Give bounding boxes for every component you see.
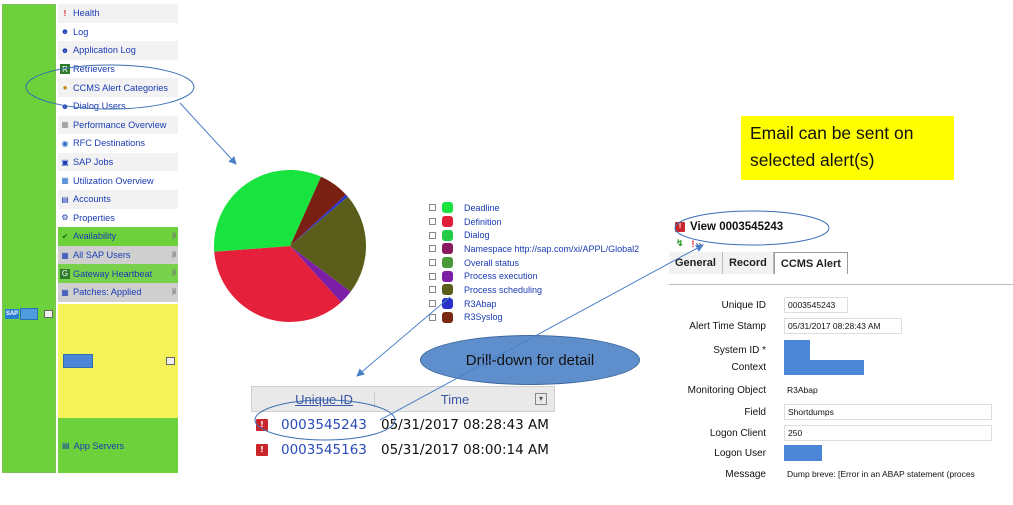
highlight-ellipse-unique-id [254, 399, 396, 441]
arrow-to-detail [379, 244, 704, 421]
arrow-to-grid [356, 296, 451, 377]
annotation-overlay [25, 64, 830, 441]
highlight-ellipse-view-title [674, 210, 830, 246]
highlight-ellipse-ccms [25, 64, 195, 110]
arrow-to-pie [179, 102, 237, 165]
